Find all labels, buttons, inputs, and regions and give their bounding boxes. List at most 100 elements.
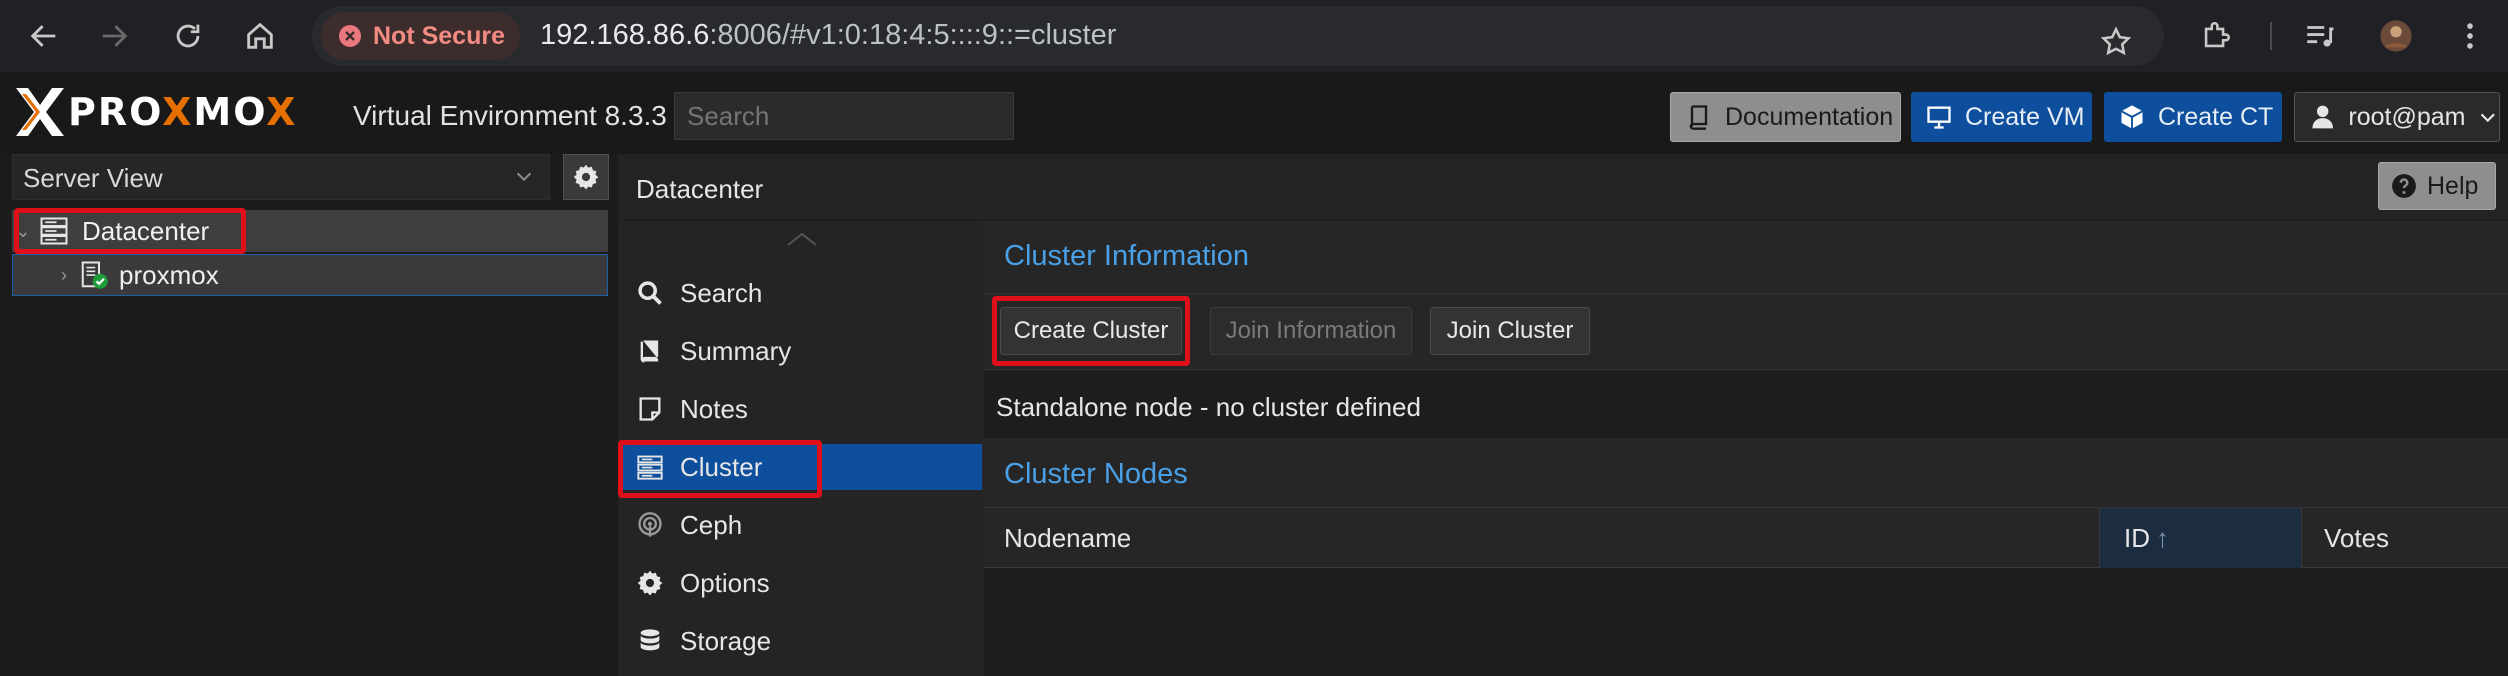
tree-item-proxmox[interactable]: › proxmox — [12, 254, 608, 296]
not-secure-icon — [339, 25, 361, 47]
back-button[interactable] — [20, 12, 68, 60]
column-label: Nodename — [1004, 523, 1132, 553]
browser-menu-button[interactable] — [2446, 12, 2494, 60]
menu-item-label: Storage — [680, 625, 772, 656]
arrow-right-icon — [102, 25, 128, 47]
home-button[interactable] — [236, 12, 284, 60]
tree-item-label: proxmox — [119, 259, 219, 290]
menu-item-label: Notes — [680, 393, 748, 424]
content-area: Datacenter Help Search Summary Notes Clu… — [618, 154, 2508, 676]
profile-avatar[interactable] — [2372, 12, 2420, 60]
sort-ascending-icon: ↑ — [2156, 523, 2169, 553]
cluster-panel: Cluster Information Create Cluster Join … — [984, 222, 2508, 676]
server-rack-icon — [40, 217, 68, 245]
menu-item-cluster[interactable]: Cluster — [618, 444, 982, 490]
create-vm-button[interactable]: Create VM — [1911, 92, 2092, 142]
column-header-nodename[interactable]: Nodename — [984, 508, 2100, 568]
help-label: Help — [2427, 171, 2479, 200]
kebab-menu-icon — [2467, 23, 2473, 49]
menu-item-summary[interactable]: Summary — [618, 328, 982, 374]
menu-item-storage[interactable]: Storage — [618, 618, 982, 664]
gear-icon — [573, 164, 599, 190]
menu-item-ceph[interactable]: Ceph — [618, 502, 982, 548]
expand-toggle[interactable]: › — [53, 265, 75, 286]
expand-toggle[interactable]: ⌄ — [12, 221, 34, 242]
logo-text-x: X — [162, 90, 194, 134]
node-online-icon — [81, 261, 108, 289]
address-bar[interactable]: Not Secure 192.168.86.6:8006/#v1:0:18:4:… — [312, 6, 2164, 66]
extensions-button[interactable] — [2192, 12, 2240, 60]
cluster-nodes-title: Cluster Nodes — [984, 438, 2508, 508]
tree-item-datacenter[interactable]: ⌄ Datacenter — [12, 210, 608, 252]
version-label: Virtual Environment 8.3.3 — [353, 100, 667, 131]
tree-settings-button[interactable] — [563, 154, 609, 200]
browser-toolbar: Not Secure 192.168.86.6:8006/#v1:0:18:4:… — [0, 0, 2508, 72]
logo-text-mo: MO — [193, 90, 267, 134]
content-header: Datacenter Help — [618, 154, 2508, 221]
playlist-icon — [2307, 26, 2334, 47]
server-rack-icon — [637, 455, 663, 480]
toolbar-divider — [2270, 22, 2272, 50]
cluster-information-title: Cluster Information — [984, 222, 2508, 294]
menu-item-label: Options — [680, 567, 770, 598]
join-cluster-button[interactable]: Join Cluster — [1430, 307, 1590, 355]
bookmark-star-button[interactable] — [2092, 18, 2140, 66]
help-button[interactable]: Help — [2378, 162, 2496, 210]
url-text[interactable]: 192.168.86.6:8006/#v1:0:18:4:5::::9::=cl… — [540, 19, 1116, 52]
menu-item-label: Search — [680, 277, 763, 308]
menu-item-label: Summary — [680, 335, 792, 366]
chevron-down-icon — [516, 172, 532, 182]
user-label: root@pam — [2348, 102, 2466, 131]
nodes-grid-header: Nodename ID ↑ Votes — [984, 508, 2508, 568]
cluster-toolbar: Create Cluster Join Information Join Clu… — [984, 294, 2508, 370]
cluster-status-text: Standalone node - no cluster defined — [996, 392, 1421, 422]
reload-icon — [176, 24, 200, 48]
security-label: Not Secure — [373, 21, 505, 50]
avatar-icon — [2380, 20, 2412, 52]
gear-icon — [637, 570, 663, 596]
proxmox-x-logo-icon — [16, 88, 64, 136]
home-icon — [247, 22, 273, 49]
menu-item-notes[interactable]: Notes — [618, 386, 982, 432]
view-selector[interactable]: Server View — [12, 154, 550, 200]
menu-item-label: Ceph — [680, 509, 743, 540]
join-information-button[interactable]: Join Information — [1210, 307, 1412, 355]
star-icon — [2100, 26, 2132, 56]
documentation-label: Documentation — [1725, 102, 1894, 131]
media-control-button[interactable] — [2296, 12, 2344, 60]
pve-header: PROXMOX Virtual Environment 8.3.3 Docume… — [0, 72, 2508, 154]
resource-tree-panel: Server View ⌄ Datacenter › proxmox — [0, 154, 618, 676]
user-icon — [2312, 105, 2333, 129]
tree-item-label: Datacenter — [82, 215, 210, 246]
column-header-votes[interactable]: Votes — [2302, 508, 2508, 568]
column-header-id[interactable]: ID ↑ — [2100, 508, 2302, 568]
logo-text-x-end: X — [266, 90, 298, 134]
create-ct-label: Create CT — [2158, 102, 2274, 131]
reload-button[interactable] — [164, 12, 212, 60]
column-label: Votes — [2324, 523, 2390, 553]
proxmox-logo[interactable]: PROXMOX — [12, 86, 297, 138]
monitor-icon — [1927, 106, 1951, 129]
create-vm-label: Create VM — [1965, 102, 2085, 131]
page-title: Datacenter — [636, 174, 764, 204]
security-chip[interactable]: Not Secure — [321, 12, 520, 60]
view-selector-value: Server View — [23, 163, 163, 193]
menu-item-search[interactable]: Search — [618, 270, 982, 316]
arrow-left-icon — [30, 25, 56, 47]
documentation-button[interactable]: Documentation — [1670, 92, 1901, 142]
create-cluster-button[interactable]: Create Cluster — [1000, 307, 1182, 355]
search-icon — [638, 281, 662, 305]
menu-item-label: Cluster — [680, 451, 763, 482]
forward-button[interactable] — [90, 12, 138, 60]
menu-item-options[interactable]: Options — [618, 560, 982, 606]
create-ct-button[interactable]: Create CT — [2104, 92, 2282, 142]
url-path: :8006/#v1:0:18:4:5::::9::=cluster — [709, 19, 1117, 51]
book-icon — [640, 340, 659, 363]
question-circle-icon — [2392, 174, 2416, 198]
scroll-up-chevron-icon[interactable] — [784, 230, 820, 248]
user-menu-button[interactable]: root@pam — [2294, 92, 2500, 142]
ceph-icon — [638, 512, 662, 537]
global-search-input[interactable] — [674, 92, 1014, 140]
datacenter-menu: Search Summary Notes Cluster Ceph Option… — [618, 222, 982, 676]
chevron-down-icon — [2481, 113, 2496, 123]
